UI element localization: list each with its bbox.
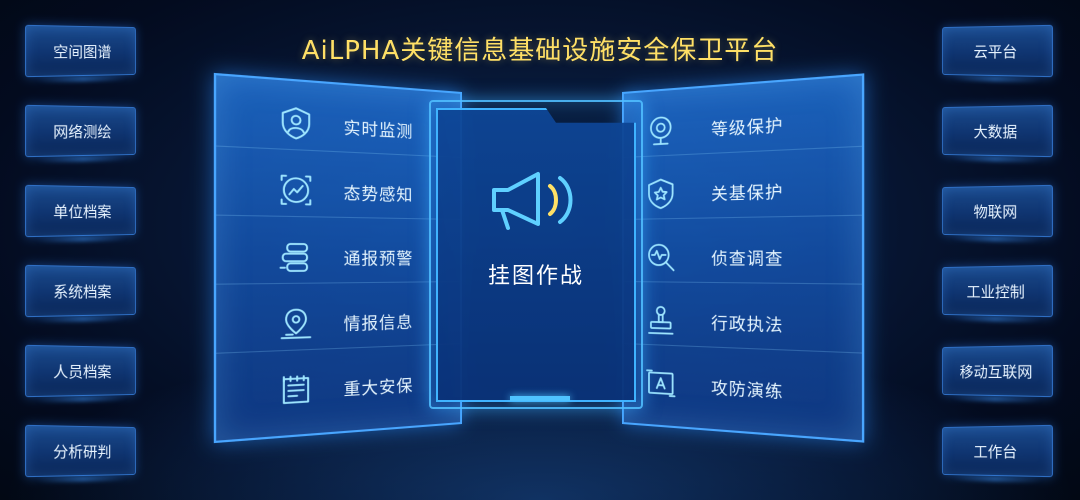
document-list-icon (274, 370, 318, 411)
menu-item-label: 实时监测 (344, 113, 414, 142)
nav-button-analysis[interactable]: 分析研判 (25, 425, 136, 477)
menu-item-level-protection[interactable]: 等级保护 (624, 91, 862, 158)
location-pin-icon (274, 303, 318, 343)
center-card-label: 挂图作战 (436, 258, 636, 290)
nav-button-industrial-control[interactable]: 工业控制 (942, 265, 1053, 317)
menu-item-label: 等级保护 (711, 110, 783, 140)
stamp-icon (641, 301, 680, 339)
menu-item-label: 行政执法 (711, 309, 783, 336)
center-card[interactable] (436, 108, 636, 402)
nav-button-iot[interactable]: 物联网 (942, 185, 1053, 237)
megaphone-icon (486, 166, 582, 236)
nav-button-big-data[interactable]: 大数据 (942, 105, 1053, 157)
nav-button-network-mapping[interactable]: 网络测绘 (25, 105, 136, 157)
center-card-accent (510, 396, 570, 401)
left-panel: 实时监测 态势感知 通报预警 情报信息 重大安保 (214, 73, 462, 443)
magnifier-pulse-icon (641, 238, 680, 275)
nav-button-system-archive[interactable]: 系统档案 (25, 265, 136, 317)
menu-item-label: 攻防演练 (711, 374, 783, 404)
right-panel: 等级保护 关基保护 侦查调查 行政执法 攻防演练 (622, 73, 864, 442)
notify-icon (274, 237, 318, 276)
menu-item-law-enforcement[interactable]: 行政执法 (624, 294, 862, 354)
menu-item-label: 重大安保 (344, 372, 414, 401)
menu-item-attack-defense-drill[interactable]: 攻防演练 (624, 356, 862, 422)
menu-item-alert-notice[interactable]: 通报预警 (216, 229, 460, 285)
menu-item-label: 态势感知 (344, 178, 414, 205)
menu-item-label: 情报信息 (344, 308, 414, 335)
nav-button-personnel-archive[interactable]: 人员档案 (25, 345, 136, 397)
page-title: AiLPHA关键信息基础设施安全保卫平台 (0, 30, 1080, 67)
nav-button-cloud-platform[interactable]: 云平台 (942, 25, 1053, 77)
menu-item-cii-protection[interactable]: 关基保护 (624, 160, 862, 220)
trend-target-icon (274, 169, 318, 209)
nav-button-workbench[interactable]: 工作台 (942, 425, 1053, 477)
nav-button-mobile-internet[interactable]: 移动互联网 (942, 345, 1053, 397)
image-swap-icon (641, 364, 680, 403)
menu-item-label: 通报预警 (344, 244, 414, 269)
menu-item-intelligence[interactable]: 情报信息 (216, 294, 460, 354)
menu-item-label: 关基保护 (711, 177, 783, 205)
menu-item-major-security[interactable]: 重大安保 (216, 356, 460, 423)
menu-item-realtime-monitoring[interactable]: 实时监测 (216, 91, 460, 158)
shield-user-icon (274, 102, 318, 143)
nav-button-unit-archive[interactable]: 单位档案 (25, 185, 136, 237)
menu-item-label: 侦查调查 (711, 243, 783, 269)
menu-item-situation-awareness[interactable]: 态势感知 (216, 160, 460, 220)
nav-button-spatial-graph[interactable]: 空间图谱 (25, 25, 136, 77)
star-shield-icon (641, 174, 680, 212)
menu-item-investigation[interactable]: 侦查调查 (624, 229, 862, 285)
webcam-icon (641, 111, 680, 150)
